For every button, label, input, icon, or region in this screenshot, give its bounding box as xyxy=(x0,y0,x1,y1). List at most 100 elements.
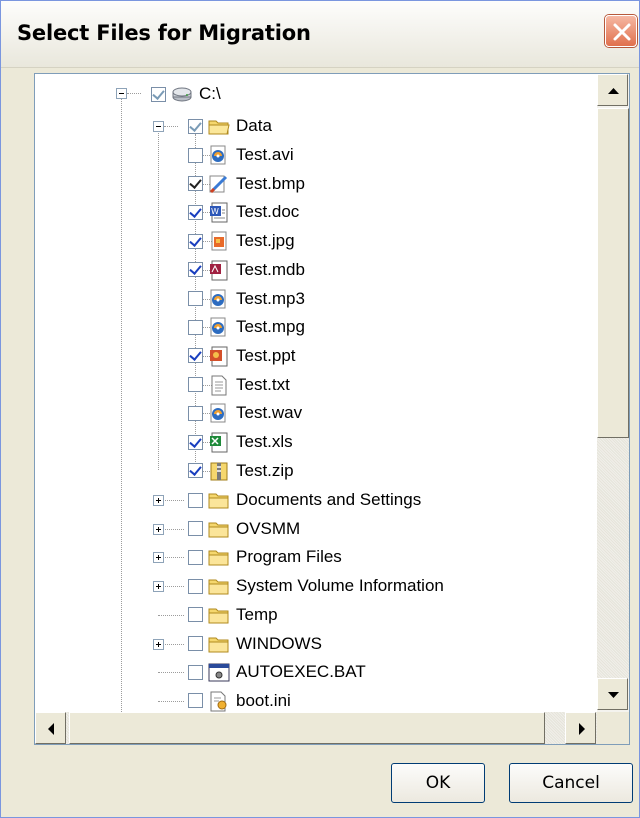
vertical-scrollbar[interactable] xyxy=(597,74,629,712)
tree-node-file[interactable]: Test.mpg xyxy=(188,313,305,341)
tree-node-file[interactable]: Test.xls xyxy=(188,428,293,456)
item-checkbox[interactable] xyxy=(188,578,203,594)
media-file-icon xyxy=(210,403,226,423)
tree-node-label: Test.doc xyxy=(236,202,300,222)
scroll-right-button[interactable] xyxy=(565,712,596,744)
horizontal-scroll-thumb[interactable] xyxy=(69,712,545,744)
expand-toggle[interactable] xyxy=(153,523,164,535)
folder-icon xyxy=(208,522,229,538)
tree-node-file[interactable]: W Test.doc xyxy=(188,198,299,226)
file-checkbox[interactable] xyxy=(188,348,203,364)
data-collapse-toggle[interactable] xyxy=(153,121,164,132)
tree-node-item[interactable]: AUTOEXEC.BAT xyxy=(188,658,366,686)
tree-node-item[interactable]: Temp xyxy=(188,601,278,629)
tree-node-label: Test.ppt xyxy=(236,345,296,365)
file-checkbox[interactable] xyxy=(188,176,203,192)
tree-node-item[interactable]: boot.ini xyxy=(188,687,291,715)
dialog-title: Select Files for Migration xyxy=(17,21,311,45)
horizontal-scrollbar[interactable] xyxy=(35,712,597,744)
close-button[interactable] xyxy=(605,15,637,47)
item-checkbox[interactable] xyxy=(188,664,203,680)
item-checkbox[interactable] xyxy=(188,693,203,709)
tree-node-label: Data xyxy=(236,116,272,135)
item-checkbox[interactable] xyxy=(188,636,203,651)
tree-node-item[interactable]: Documents and Settings xyxy=(188,486,421,514)
file-checkbox[interactable] xyxy=(188,147,203,163)
tree-node-label: OVSMM xyxy=(236,518,301,538)
close-icon xyxy=(613,23,631,41)
folder-icon xyxy=(208,637,229,652)
tree-node-file[interactable]: Test.bmp xyxy=(188,170,305,198)
folder-icon xyxy=(208,608,229,624)
arrow-up-icon xyxy=(608,88,619,94)
file-checkbox[interactable] xyxy=(188,291,203,306)
word-file-icon: W xyxy=(210,202,228,223)
scrollbar-corner xyxy=(597,712,629,744)
tree-node-file[interactable]: Test.jpg xyxy=(188,227,295,255)
root-collapse-toggle[interactable] xyxy=(116,88,127,99)
tree-content: C:\ Data Test.avi Test.bmp W Test.doc Te… xyxy=(35,74,597,712)
migration-dialog: Select Files for Migration C:\ Data Test… xyxy=(0,0,640,818)
folder-icon xyxy=(208,493,229,509)
tree-node-file[interactable]: Test.avi xyxy=(188,141,294,169)
expand-toggle[interactable] xyxy=(153,495,164,506)
tree-node-item[interactable]: Program Files xyxy=(188,543,342,571)
data-folder-checkbox[interactable] xyxy=(188,118,203,134)
item-checkbox[interactable] xyxy=(188,607,203,623)
arrow-down-icon xyxy=(608,692,619,698)
file-checkbox[interactable] xyxy=(188,262,203,278)
file-checkbox[interactable] xyxy=(188,377,203,393)
tree-node-label: Test.mpg xyxy=(236,317,305,337)
svg-text:W: W xyxy=(211,207,219,216)
tree-node-item[interactable]: OVSMM xyxy=(188,515,300,543)
tree-node-label: Test.mdb xyxy=(236,259,305,279)
media-file-icon xyxy=(210,289,226,308)
file-checkbox[interactable] xyxy=(188,434,203,450)
item-checkbox[interactable] xyxy=(188,492,203,508)
tree-node-label: Test.mp3 xyxy=(236,288,305,308)
item-checkbox[interactable] xyxy=(188,521,203,537)
tree-node-label: WINDOWS xyxy=(236,633,322,653)
file-tree[interactable]: C:\ Data Test.avi Test.bmp W Test.doc Te… xyxy=(34,73,630,745)
cancel-button[interactable]: Cancel xyxy=(509,763,633,803)
expand-toggle[interactable] xyxy=(153,552,164,564)
file-checkbox[interactable] xyxy=(188,463,203,479)
title-bar[interactable]: Select Files for Migration xyxy=(1,1,639,68)
tree-node-label: Test.zip xyxy=(236,460,294,480)
tree-node-file[interactable]: Test.mp3 xyxy=(188,285,305,313)
item-checkbox[interactable] xyxy=(188,549,203,565)
folder-icon xyxy=(208,550,229,566)
tree-node-item[interactable]: System Volume Information xyxy=(188,572,444,600)
tree-node-file[interactable]: Test.zip xyxy=(188,457,294,485)
expand-toggle[interactable] xyxy=(153,638,164,650)
tree-node-label: Test.txt xyxy=(236,374,290,394)
scroll-down-button[interactable] xyxy=(597,678,628,710)
tree-node-label: Test.xls xyxy=(236,432,293,451)
text-file-icon xyxy=(211,375,227,396)
tree-node-label: Program Files xyxy=(236,547,342,567)
root-checkbox[interactable] xyxy=(151,86,166,102)
file-checkbox[interactable] xyxy=(188,233,203,249)
vertical-scroll-thumb[interactable] xyxy=(597,108,629,438)
file-checkbox[interactable] xyxy=(188,319,203,335)
tree-node-file[interactable]: Test.txt xyxy=(188,371,290,399)
file-checkbox[interactable] xyxy=(188,405,203,421)
file-checkbox[interactable] xyxy=(188,204,203,220)
expand-toggle[interactable] xyxy=(153,581,164,593)
paint-file-icon xyxy=(209,175,228,193)
tree-node-file[interactable]: Test.ppt xyxy=(188,342,296,370)
ok-button[interactable]: OK xyxy=(391,763,485,803)
tree-node-data-folder[interactable]: Data xyxy=(188,112,272,140)
tree-node-label: Temp xyxy=(236,604,278,624)
tree-node-item[interactable]: WINDOWS xyxy=(188,630,322,658)
tree-node-label: Test.wav xyxy=(236,403,303,423)
tree-node-label: AUTOEXEC.BAT xyxy=(236,662,366,682)
tree-node-root[interactable]: C:\ xyxy=(151,80,221,108)
scroll-left-button[interactable] xyxy=(35,712,66,744)
tree-node-label: C:\ xyxy=(199,84,221,103)
scroll-up-button[interactable] xyxy=(597,74,628,106)
media-file-icon xyxy=(210,317,226,337)
tree-node-file[interactable]: Test.wav xyxy=(188,399,302,427)
tree-node-file[interactable]: Test.mdb xyxy=(188,256,305,284)
media-file-icon xyxy=(210,145,226,165)
